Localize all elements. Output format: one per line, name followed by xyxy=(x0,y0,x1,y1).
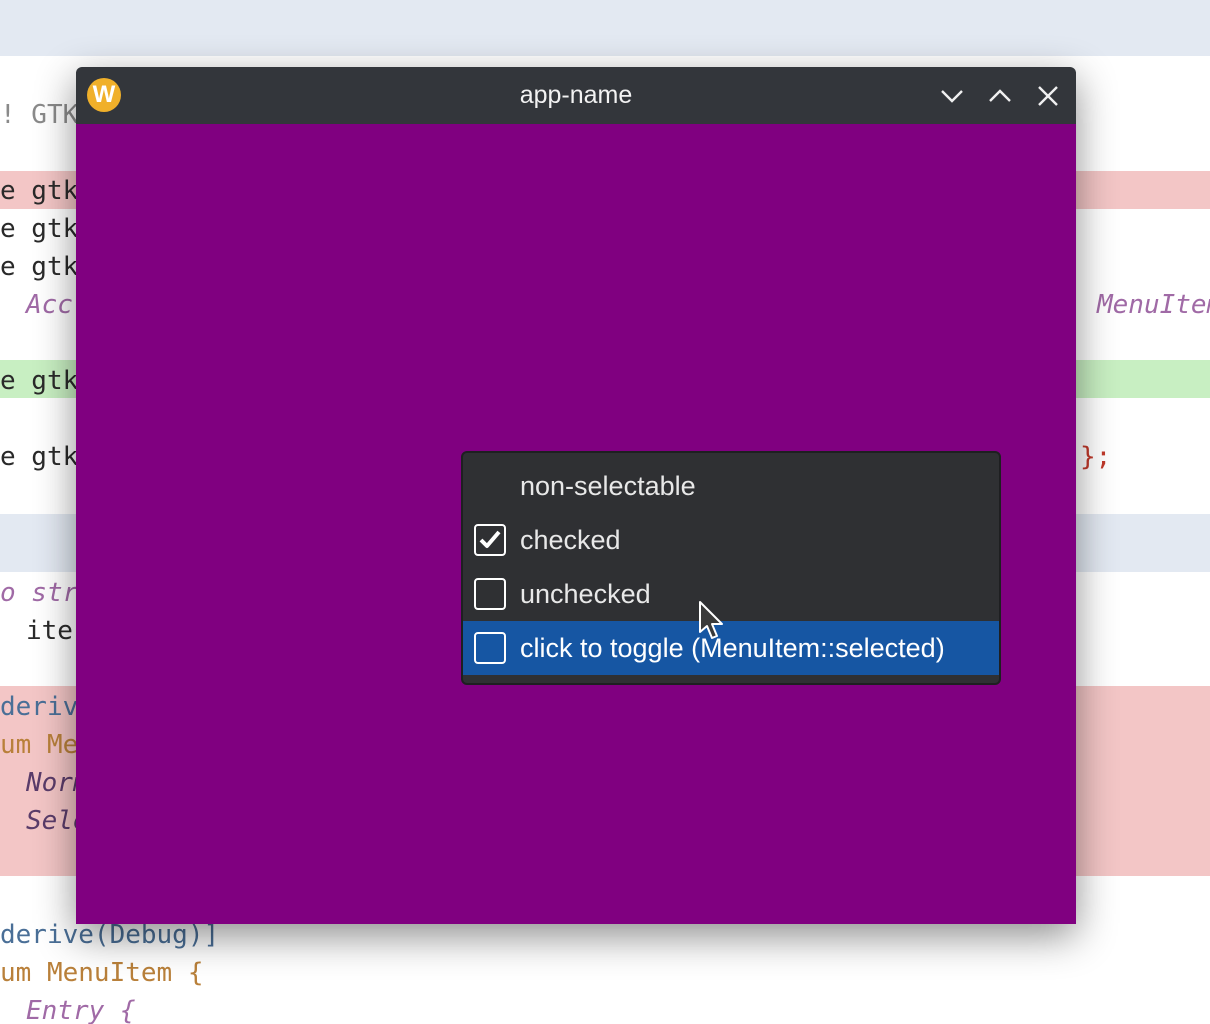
title-bar[interactable]: W app-name xyxy=(76,67,1076,124)
menu-item-unchecked[interactable]: unchecked xyxy=(463,567,999,621)
app-logo-icon: W xyxy=(87,78,121,112)
app-window: W app-name non-selectable checked unchec… xyxy=(76,67,1076,924)
checkbox-checked[interactable] xyxy=(474,524,506,556)
pointer-cursor-icon xyxy=(699,601,723,639)
close-icon xyxy=(1038,86,1058,106)
menu-item-non-selectable: non-selectable xyxy=(463,459,999,513)
code-line: MenuItem xyxy=(1097,290,1210,320)
chevron-down-icon xyxy=(941,90,963,103)
popup-menu: non-selectable checked unchecked click t… xyxy=(461,451,1001,685)
code-line: e gtk xyxy=(0,176,79,206)
code-line: }; xyxy=(1080,442,1112,472)
code-line: um MenuItem { xyxy=(0,958,204,988)
code-line: Entry { xyxy=(26,996,136,1024)
code-line: e gtk xyxy=(0,214,79,244)
code-line: e gtk xyxy=(0,366,79,396)
minimize-button[interactable] xyxy=(936,80,968,112)
window-content[interactable]: non-selectable checked unchecked click t… xyxy=(76,124,1076,924)
code-line: e gtk xyxy=(0,442,79,472)
window-title: app-name xyxy=(519,81,633,109)
close-button[interactable] xyxy=(1032,80,1064,112)
editor-band xyxy=(0,0,1210,56)
checkbox-toggle[interactable] xyxy=(474,632,506,664)
menu-item-label: checked xyxy=(520,525,621,555)
code-line: e gtk xyxy=(0,252,79,282)
menu-item-label: unchecked xyxy=(520,579,651,609)
menu-item-checked[interactable]: checked xyxy=(463,513,999,567)
menu-item-label: click to toggle (MenuItem::selected) xyxy=(520,633,945,663)
code-line: Acc xyxy=(26,290,73,320)
checkbox-unchecked[interactable] xyxy=(474,578,506,610)
maximize-button[interactable] xyxy=(984,80,1016,112)
menu-item-label: non-selectable xyxy=(520,471,696,501)
check-icon xyxy=(479,530,501,548)
menu-item-toggle[interactable]: click to toggle (MenuItem::selected) xyxy=(463,621,999,675)
code-line: ! GTK xyxy=(0,100,79,130)
chevron-up-icon xyxy=(989,89,1011,102)
